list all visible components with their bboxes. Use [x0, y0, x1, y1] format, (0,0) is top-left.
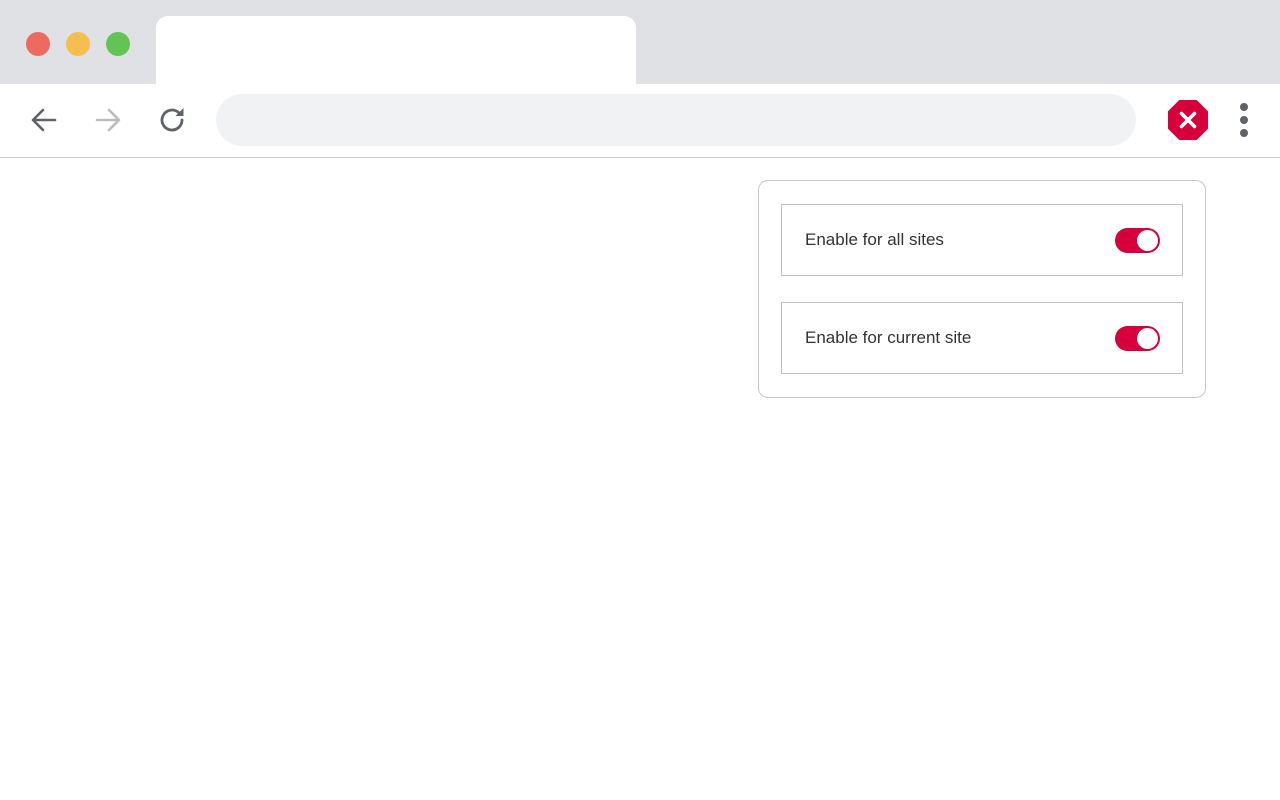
window-titlebar [0, 0, 1280, 84]
setting-label-current-site: Enable for current site [805, 328, 972, 347]
reload-icon [160, 108, 184, 132]
browser-menu-button[interactable] [1228, 100, 1260, 140]
toggle-current-site[interactable] [1115, 325, 1160, 351]
toggle-knob [1137, 229, 1158, 251]
forward-button[interactable] [88, 100, 128, 140]
arrow-right-icon [95, 108, 121, 132]
extension-button[interactable] [1166, 98, 1210, 142]
arrow-left-icon [31, 108, 57, 132]
vertical-dots-icon [1240, 103, 1248, 137]
setting-row-all-sites: Enable for all sites [781, 204, 1183, 276]
setting-row-current-site: Enable for current site [781, 302, 1183, 374]
window-maximize-button[interactable] [106, 32, 130, 56]
address-bar[interactable] [216, 94, 1136, 146]
toggle-all-sites[interactable] [1115, 227, 1160, 253]
toggle-knob [1137, 327, 1158, 349]
extension-popup: Enable for all sites Enable for current … [758, 180, 1206, 398]
browser-tab-active[interactable] [156, 16, 636, 84]
window-close-button[interactable] [26, 32, 50, 56]
reload-button[interactable] [152, 100, 192, 140]
browser-toolbar [0, 84, 1280, 158]
stop-sign-x-icon [1168, 100, 1208, 140]
setting-label-all-sites: Enable for all sites [805, 230, 944, 249]
back-button[interactable] [24, 100, 64, 140]
window-minimize-button[interactable] [66, 32, 90, 56]
